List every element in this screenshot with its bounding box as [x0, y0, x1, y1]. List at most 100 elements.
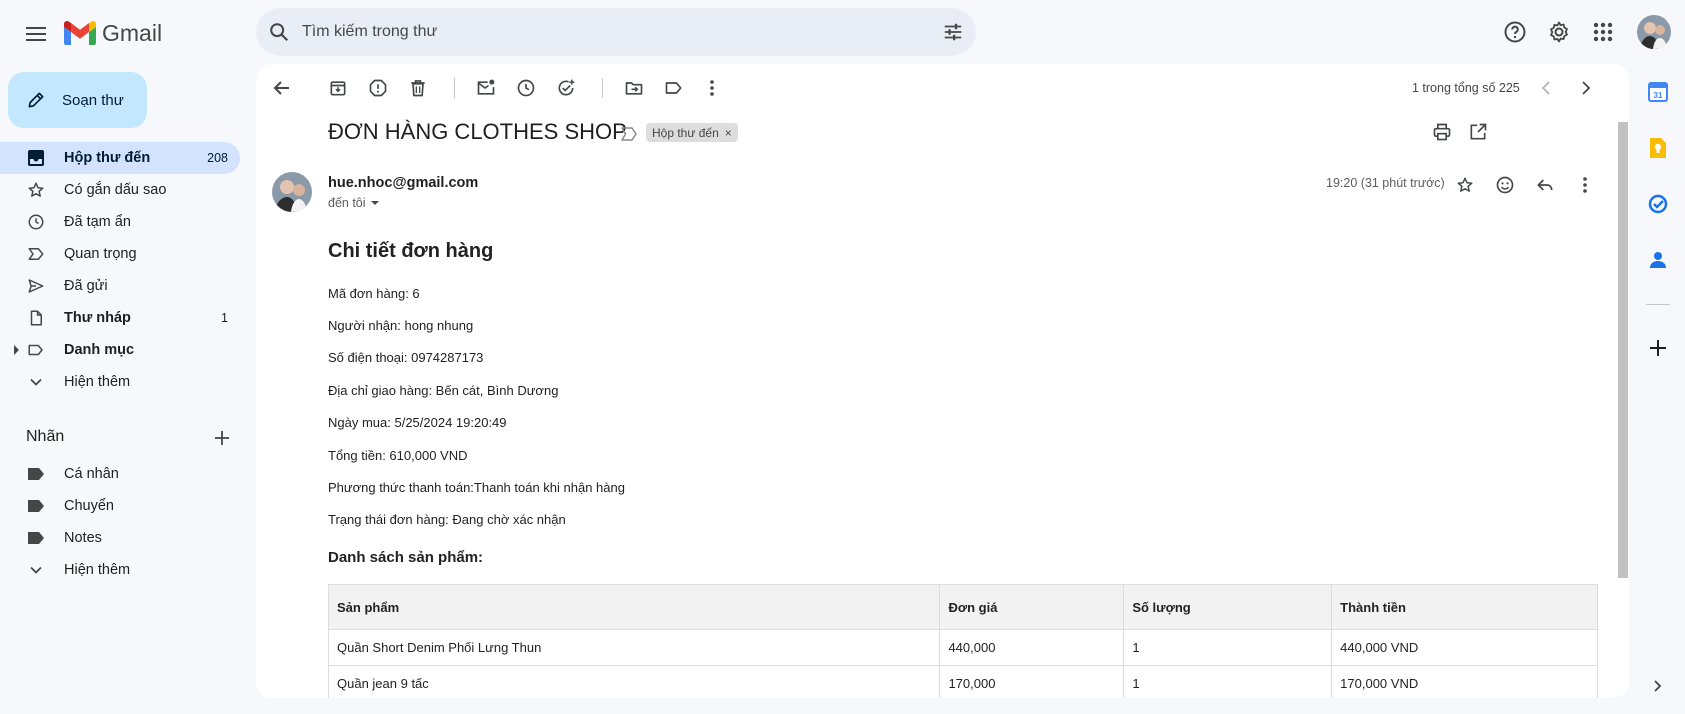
- newer-button[interactable]: [1528, 70, 1564, 106]
- sidebar-item-drafts[interactable]: Thư nháp 1: [0, 302, 240, 334]
- important-marker-icon[interactable]: [621, 127, 637, 141]
- report-spam-button[interactable]: [360, 70, 396, 106]
- settings-button[interactable]: [1539, 12, 1579, 52]
- search-options-icon[interactable]: [942, 21, 964, 43]
- account-avatar[interactable]: [1637, 15, 1671, 49]
- chip-close-icon[interactable]: ×: [725, 126, 732, 140]
- table-cell: Quần Short Denim Phối Lưng Thun: [327, 629, 941, 666]
- column-header: Số lượng: [1123, 584, 1333, 630]
- inbox-label-chip: Hộp thư đến ×: [646, 123, 738, 142]
- add-reaction-button[interactable]: [1488, 168, 1522, 202]
- order-details-heading: Chi tiết đơn hàng: [328, 240, 494, 262]
- expand-arrow-icon[interactable]: [14, 345, 20, 355]
- toolbar-divider: [602, 78, 603, 98]
- product-list-heading: Danh sách sản phẩm:: [328, 549, 484, 566]
- chip-label: Hộp thư đến: [652, 125, 719, 140]
- arrow-back-icon: [273, 81, 289, 95]
- message-panel: 1 trong tổng số 225 ĐƠN HÀNG CLOTHES SHO…: [256, 64, 1629, 698]
- snooze-button[interactable]: [508, 70, 544, 106]
- show-side-panel-button[interactable]: [1644, 672, 1672, 700]
- table-header-row: Sản phẩm Đơn giá Số lượng Thành tiền: [327, 584, 1598, 630]
- toolbar-divider: [454, 78, 455, 98]
- scrollbar-thumb[interactable]: [1618, 122, 1628, 578]
- add-to-tasks-button[interactable]: [548, 70, 584, 106]
- move-to-button[interactable]: [616, 70, 652, 106]
- contacts-app-button[interactable]: [1644, 246, 1672, 274]
- keep-icon: [1650, 138, 1666, 158]
- chevron-right-icon: [1654, 680, 1662, 692]
- apps-button[interactable]: [1583, 12, 1623, 52]
- unread-count: 208: [207, 151, 228, 165]
- mark-unread-button[interactable]: [468, 70, 504, 106]
- main-menu-button[interactable]: [16, 14, 56, 54]
- reply-icon: [1537, 179, 1553, 191]
- sidebar-item-label: Quan trọng: [64, 246, 137, 262]
- sidebar-item-label: Hộp thư đến: [64, 150, 151, 166]
- label-item-chuyen[interactable]: Chuyển: [0, 490, 240, 522]
- label-item-text: Hiện thêm: [64, 562, 131, 578]
- sidebar-item-starred[interactable]: Có gắn dấu sao: [0, 174, 240, 206]
- important-icon: [26, 244, 46, 264]
- sender-avatar[interactable]: [272, 172, 312, 212]
- order-status: Trạng thái đơn hàng: Đang chờ xác nhận: [328, 512, 566, 527]
- label-item-notes[interactable]: Notes: [0, 522, 240, 554]
- label-item-personal[interactable]: Cá nhân: [0, 458, 240, 490]
- chevron-down-icon: [26, 372, 46, 392]
- inbox-icon: [26, 148, 46, 168]
- star-button[interactable]: [1448, 168, 1482, 202]
- older-button[interactable]: [1568, 70, 1604, 106]
- clock-icon: [26, 212, 46, 232]
- search-icon[interactable]: [268, 21, 290, 43]
- support-button[interactable]: [1495, 12, 1535, 52]
- label-item-text: Chuyển: [64, 498, 114, 514]
- keep-app-button[interactable]: [1644, 134, 1672, 162]
- sidebar-item-important[interactable]: Quan trọng: [0, 238, 240, 270]
- message-more-button[interactable]: [1568, 168, 1602, 202]
- sidebar-item-label: Đã gửi: [64, 278, 108, 294]
- get-addons-button[interactable]: [1644, 334, 1672, 362]
- recipient-details[interactable]: đến tôi: [328, 196, 380, 210]
- draft-icon: [26, 308, 46, 328]
- search-bar[interactable]: [256, 8, 976, 56]
- create-label-button[interactable]: [210, 426, 234, 450]
- sidebar-item-more[interactable]: Hiện thêm: [0, 366, 240, 398]
- label-outline-icon: [26, 340, 46, 360]
- reply-button[interactable]: [1528, 168, 1562, 202]
- labels-button[interactable]: [656, 70, 692, 106]
- table-cell: 170,000 VND: [1331, 665, 1598, 698]
- folder-move-icon: [625, 82, 643, 95]
- star-icon: [1457, 177, 1473, 192]
- search-input[interactable]: [302, 23, 942, 41]
- archive-button[interactable]: [320, 70, 356, 106]
- sidebar-item-sent[interactable]: Đã gửi: [0, 270, 240, 302]
- caret-down-icon: [370, 201, 379, 205]
- label-item-more[interactable]: Hiện thêm: [0, 554, 240, 586]
- product-table: Sản phẩm Đơn giá Số lượng Thành tiền Quầ…: [327, 584, 1598, 698]
- tasks-app-button[interactable]: [1644, 190, 1672, 218]
- delete-button[interactable]: [400, 70, 436, 106]
- sidebar-item-inbox[interactable]: Hộp thư đến 208: [0, 142, 240, 174]
- tasks-icon: [1648, 194, 1668, 214]
- print-button[interactable]: [1424, 114, 1460, 150]
- pagination-text: 1 trong tổng số 225: [1412, 81, 1520, 95]
- hamburger-menu-icon: [26, 27, 46, 41]
- open-new-window-button[interactable]: [1460, 114, 1496, 150]
- contacts-icon: [1650, 252, 1666, 268]
- calendar-app-button[interactable]: 31: [1644, 78, 1672, 106]
- back-button[interactable]: [264, 70, 300, 106]
- sidebar-item-categories[interactable]: Danh mục: [0, 334, 240, 366]
- table-cell: 440,000: [939, 629, 1125, 666]
- help-icon: [1504, 21, 1526, 43]
- archive-icon: [330, 81, 346, 96]
- chevron-left-icon: [1541, 81, 1550, 95]
- table-cell: 440,000 VND: [1331, 629, 1598, 666]
- compose-button[interactable]: Soạn thư: [8, 72, 147, 128]
- sidebar-item-snoozed[interactable]: Đã tạm ẩn: [0, 206, 240, 238]
- more-actions-button[interactable]: [694, 70, 730, 106]
- gmail-logo[interactable]: Gmail: [64, 16, 162, 50]
- sender-email[interactable]: hue.nhoc@gmail.com: [328, 175, 478, 191]
- gmail-m-icon: [64, 21, 96, 45]
- sidebar-item-label: Danh mục: [64, 342, 135, 358]
- email-timestamp: 19:20 (31 phút trước): [1326, 176, 1445, 190]
- sidebar-item-label: Đã tạm ẩn: [64, 214, 131, 230]
